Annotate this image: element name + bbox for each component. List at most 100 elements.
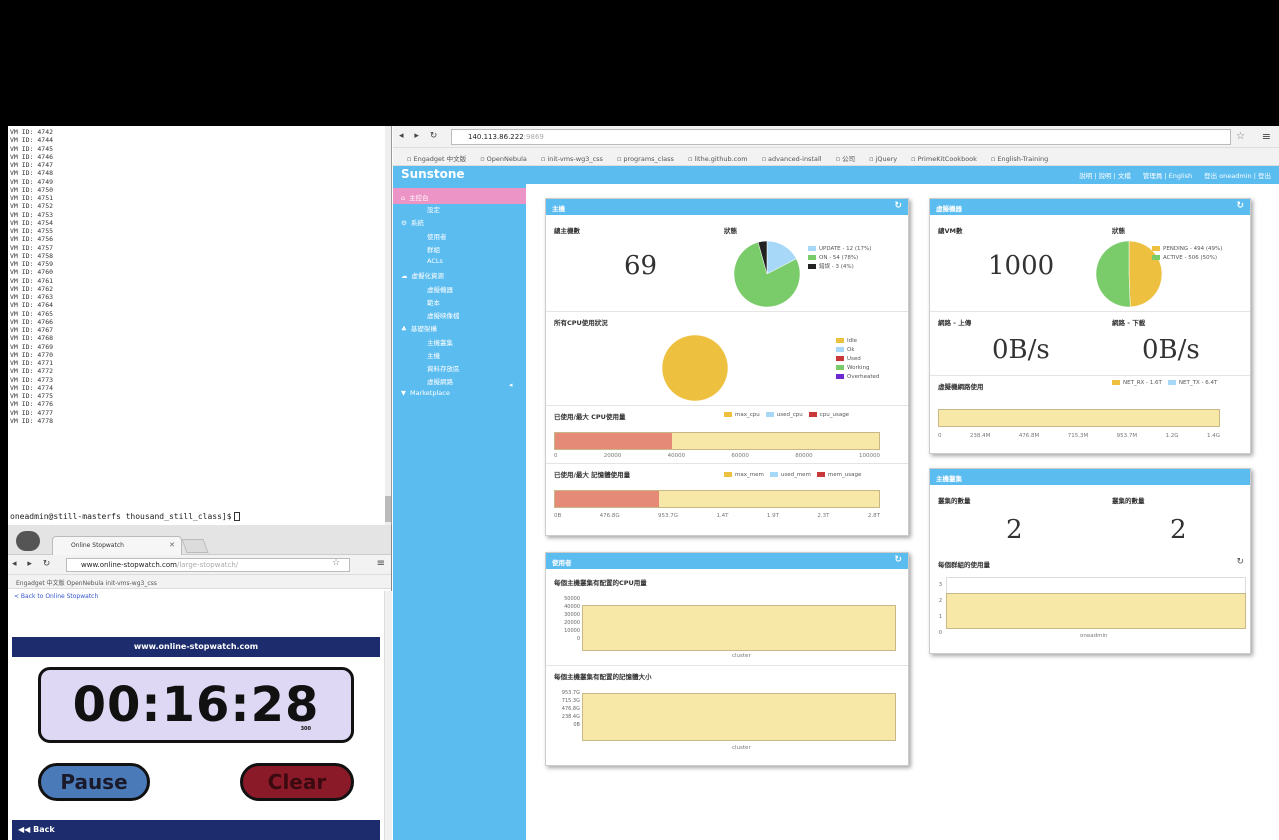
sidebar-item[interactable]: 使用者	[427, 231, 447, 241]
net-down-value: 0B/s	[1142, 335, 1200, 365]
legend-swatch	[765, 412, 774, 417]
cluster-mem-yaxis: 953.7G 715.3G 476.8G 238.4G 0B	[550, 689, 580, 729]
terminal-line: VM ID: 4778	[10, 416, 54, 425]
sidebar-item[interactable]: ☁ 虛擬化資源	[401, 270, 444, 280]
bookmark-item[interactable]: ▫ Engadget 中文版	[407, 155, 466, 163]
terminal-prompt[interactable]: oneadmin@still-masterfs thousand_still_c…	[10, 512, 240, 521]
bookmark-item[interactable]: ▫ programs_class	[617, 155, 674, 163]
refresh-icon[interactable]: ↻	[894, 201, 902, 211]
terminal-line: VM ID: 4769	[10, 342, 54, 351]
legend-swatch	[808, 264, 816, 269]
sidebar-item[interactable]: 虛擬映像檔	[427, 310, 460, 320]
back-button[interactable]: ◀◀ Back	[12, 820, 380, 840]
url-port: :9869	[523, 133, 544, 141]
axis-tick-label: 30000	[564, 612, 580, 618]
close-icon[interactable]: ✕	[169, 541, 175, 549]
sidebar-item[interactable]: ⚙ 系統	[401, 217, 424, 227]
legend-label: Overheated	[847, 374, 880, 380]
legend-swatch	[836, 365, 844, 370]
sidebar-item[interactable]: ⌂ 主控台	[393, 188, 526, 204]
terminal-scrollbar[interactable]	[385, 126, 391, 525]
sidebar-item[interactable]: 虛擬網路	[427, 376, 453, 386]
bookmark-item[interactable]: ▫ lithe.github.com	[688, 155, 748, 163]
sidebar-icon: ⚙	[401, 219, 407, 227]
axis-tick-label: 0	[938, 630, 942, 636]
refresh-icon[interactable]: ↻	[1236, 557, 1244, 567]
terminal-window[interactable]: VM ID: 4742 VM ID: 4744 VM ID: 4745 VM ID: …	[8, 126, 392, 525]
user-link[interactable]: 管理員 | English	[1143, 172, 1192, 180]
bookmark-item[interactable]: ▫ OpenNebula	[480, 155, 527, 163]
vm-state-label: 狀態	[1112, 227, 1125, 235]
bookmark-item[interactable]: ▫ jQuery	[869, 155, 897, 163]
legend-item: cpu_usage	[808, 412, 849, 418]
sidebar-item[interactable]: 群組	[427, 244, 440, 254]
pause-button[interactable]: Pause	[38, 763, 150, 801]
new-tab-button[interactable]	[181, 539, 209, 553]
sidebar-item[interactable]: 主機叢集	[427, 337, 453, 347]
nav-buttons[interactable]: ◂ ▸ ↻	[12, 559, 54, 569]
sidebar-item[interactable]: ▼ Marketplace	[401, 389, 450, 397]
sidebar-item-label: 設定	[427, 206, 440, 214]
sidebar-item[interactable]: 範本	[427, 297, 440, 307]
terminal-line: VM ID: 4774	[10, 383, 54, 392]
vm-state-legend: PENDING - 494 (49%) ACTIVE - 506 (50%)	[1152, 245, 1222, 263]
stopwatch-display: 00:16:28 300	[38, 667, 354, 743]
legend-swatch	[836, 356, 844, 361]
sidebar-toggle-icon[interactable]: ◂	[509, 381, 513, 389]
terminal-line: VM ID: 4775	[10, 392, 54, 400]
bookmark-item[interactable]: ▫ 公司	[836, 155, 855, 163]
refresh-icon[interactable]: ↻	[1236, 201, 1244, 211]
app-logo[interactable]: Sunstone	[401, 167, 465, 181]
legend-label: NET_TX - 6.4T	[1178, 380, 1218, 386]
menu-icon[interactable]: ≡	[1262, 130, 1271, 143]
bookmark-item[interactable]: ▫ PrimeKitCookbook	[911, 155, 977, 163]
left-black-edge	[0, 126, 8, 840]
url-host: www.online-stopwatch.com	[81, 561, 177, 569]
net-down-label: 網路 - 下載	[1112, 319, 1146, 327]
sidebar-item[interactable]: 虛擬機器	[427, 284, 453, 294]
legend-swatch	[836, 338, 844, 343]
axis-tick-label: 0B	[554, 513, 562, 519]
net-up-label: 網路 - 上傳	[938, 319, 972, 327]
menu-icon[interactable]: ≡	[377, 558, 385, 569]
clear-button[interactable]: Clear	[240, 763, 354, 801]
sidebar-item[interactable]: 設定	[427, 204, 440, 214]
bookmarks-bar[interactable]: Engadget 中文版 OpenNebula init-vms-wg3_css	[8, 575, 391, 589]
bookmarks-bar: ▫ Engadget 中文版 ▫ OpenNebula ▫ init-vms-wg3…	[393, 148, 1279, 166]
host-state-label: 狀態	[724, 227, 737, 235]
cluster-mem-xlabel: cluster	[732, 745, 751, 751]
refresh-icon[interactable]: ↻	[894, 555, 902, 565]
legend-item: 錯誤 - 3 (4%)	[808, 263, 871, 272]
sidebar-item[interactable]: ACLs	[427, 257, 443, 265]
bookmark-item[interactable]: ▫ English-Training	[991, 155, 1048, 163]
terminal-line: VM ID: 4763	[10, 293, 54, 301]
panel-title: 虛擬機器	[936, 205, 962, 213]
avatar[interactable]	[16, 531, 40, 551]
star-icon[interactable]: ☆	[1236, 131, 1245, 142]
terminal-scroll-thumb[interactable]	[385, 496, 391, 522]
page-scrollbar[interactable]	[384, 591, 392, 840]
address-bar[interactable]: 140.113.86.222:9869	[451, 129, 1231, 145]
legend-swatch	[769, 472, 778, 477]
axis-tick-label: 1	[938, 614, 942, 620]
user-link[interactable]: 登出 oneadmin | 登出	[1204, 172, 1271, 180]
panel-header: 主機 ↻	[546, 199, 908, 215]
bookmark-item[interactable]: ▫ init-vms-wg3_css	[541, 155, 603, 163]
terminal-line: VM ID: 4776	[10, 400, 54, 409]
legend-item: used_mem	[769, 472, 811, 478]
axis-tick-label: 1.9T	[766, 513, 780, 519]
sidebar-item[interactable]: 主機	[427, 350, 440, 360]
user-link[interactable]: 說明 | 說明 | 文檔	[1079, 172, 1131, 180]
legend-item: max_cpu	[724, 412, 760, 418]
star-icon[interactable]: ☆	[332, 558, 340, 568]
tab-online-stopwatch[interactable]: Online Stopwatch ✕	[52, 536, 182, 555]
address-bar[interactable]: www.online-stopwatch.com/large-stopwatch…	[66, 558, 350, 572]
sidebar-item-label: Marketplace	[410, 389, 450, 397]
total-hosts-label: 總主機數	[554, 227, 580, 235]
back-to-stopwatch-link[interactable]: < Back to Online Stopwatch	[14, 593, 98, 600]
sidebar-item[interactable]: ♣ 基礎架構	[401, 323, 437, 333]
legend-item: mem_usage	[816, 472, 861, 478]
bookmark-item[interactable]: ▫ advanced-install	[762, 155, 822, 163]
sidebar-item[interactable]: 資料存放區	[427, 363, 460, 373]
nav-buttons[interactable]: ◂ ▸ ↻	[399, 131, 441, 141]
